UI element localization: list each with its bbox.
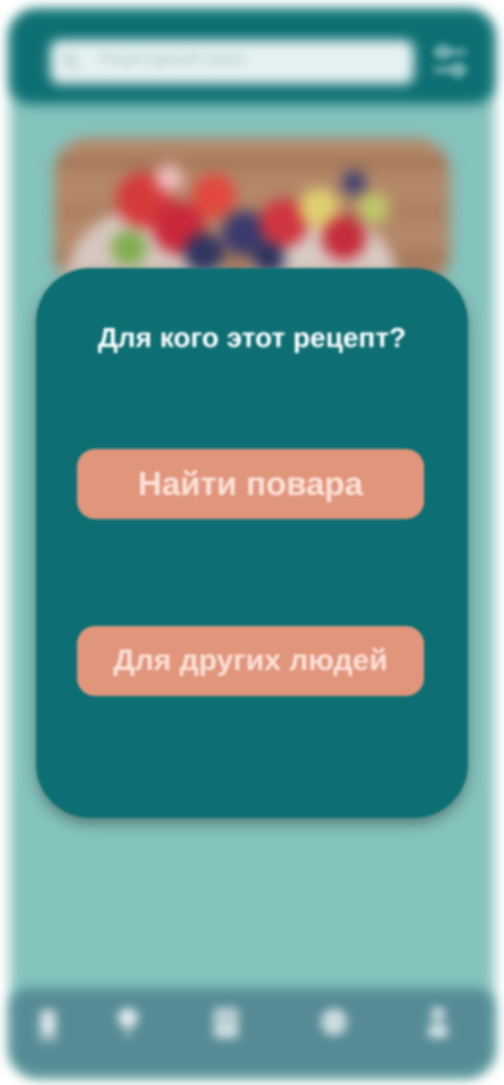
for-other-people-button[interactable]: Для других людей [77,626,424,696]
person-icon[interactable] [418,1002,458,1046]
search-placeholder: Рецептурный поиск [100,51,245,68]
filter-sliders-icon[interactable] [428,40,472,84]
pin-icon[interactable] [108,1002,148,1046]
home-icon[interactable] [28,1002,68,1046]
book-icon[interactable] [206,1002,246,1046]
find-cook-button[interactable]: Найти повара [77,449,424,519]
app-screen: Рецептурный поиск Для кого этот рецепт? … [0,0,504,1085]
dialog-title: Для кого этот рецепт? [97,322,407,353]
globe-icon[interactable] [314,1002,354,1046]
search-icon [63,53,80,70]
recipe-image [54,138,450,288]
